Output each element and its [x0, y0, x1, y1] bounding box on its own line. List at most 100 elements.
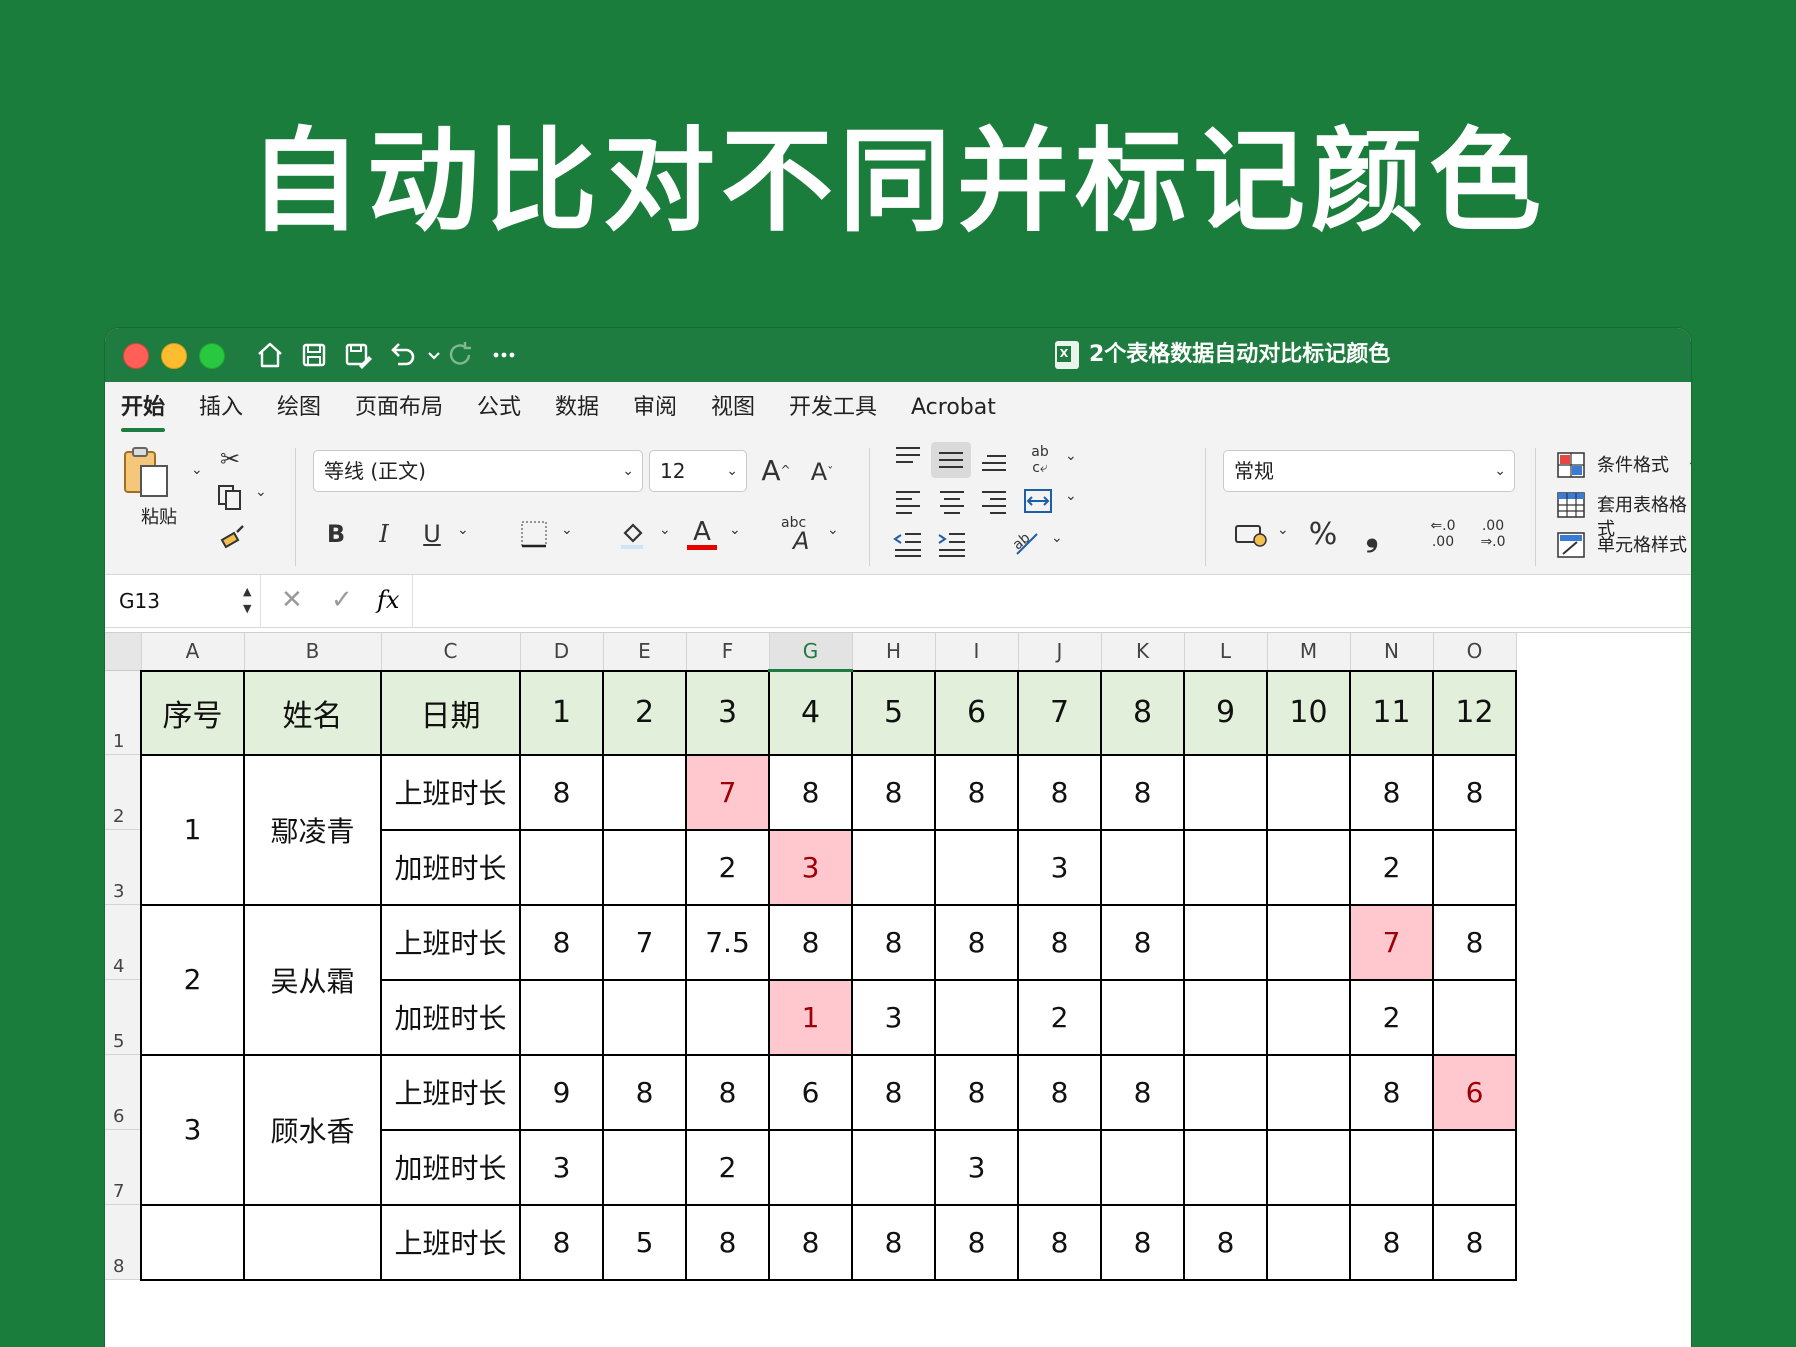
decrease-font-size-icon[interactable]: Aˇ: [805, 456, 839, 488]
undo-icon[interactable]: [385, 338, 419, 372]
save-icon[interactable]: [297, 338, 331, 372]
value-cell[interactable]: 8: [1432, 1203, 1517, 1281]
italic-icon[interactable]: I: [369, 516, 399, 552]
value-cell[interactable]: [1432, 828, 1517, 906]
value-cell[interactable]: 8: [519, 903, 604, 981]
seq-cell[interactable]: 2: [140, 903, 245, 1056]
insert-function-icon[interactable]: fx: [377, 585, 399, 615]
value-cell[interactable]: 8: [1432, 753, 1517, 831]
column-header-c[interactable]: C: [381, 633, 521, 671]
phonetic-options-chevron-icon[interactable]: ⌄: [827, 522, 839, 538]
undo-menu-chevron-icon[interactable]: [417, 338, 440, 372]
cut-icon[interactable]: ✂: [217, 444, 243, 474]
column-header-d[interactable]: D: [520, 633, 604, 671]
underline-options-chevron-icon[interactable]: ⌄: [457, 522, 469, 538]
column-header-f[interactable]: F: [686, 633, 770, 671]
redo-icon[interactable]: [443, 338, 477, 372]
value-cell[interactable]: 8: [768, 753, 853, 831]
value-cell[interactable]: 8: [1017, 1053, 1102, 1131]
value-cell[interactable]: [602, 1128, 687, 1206]
highlighted-value-cell[interactable]: 1: [768, 978, 853, 1056]
align-right-icon[interactable]: [977, 484, 1011, 516]
decrease-indent-icon[interactable]: [891, 526, 925, 558]
comma-style-icon[interactable]: ❟: [1357, 515, 1387, 553]
tab-3[interactable]: 页面布局: [355, 394, 443, 422]
column-header-m[interactable]: M: [1267, 633, 1351, 671]
bold-icon[interactable]: B: [321, 516, 351, 552]
value-cell[interactable]: [1100, 978, 1185, 1056]
name-cell[interactable]: 吴从霜: [243, 903, 382, 1056]
highlighted-value-cell[interactable]: 7: [1349, 903, 1434, 981]
value-cell[interactable]: [1183, 978, 1268, 1056]
copy-icon[interactable]: [215, 482, 245, 512]
value-cell[interactable]: 8: [1349, 1203, 1434, 1281]
value-cell[interactable]: [851, 828, 936, 906]
value-cell[interactable]: [1183, 1053, 1268, 1131]
value-cell[interactable]: 8: [519, 753, 604, 831]
value-cell[interactable]: 8: [1432, 903, 1517, 981]
value-cell[interactable]: 2: [1349, 828, 1434, 906]
header-cell-day[interactable]: 4: [768, 669, 853, 756]
highlighted-value-cell[interactable]: 6: [1432, 1053, 1517, 1131]
value-cell[interactable]: 8: [851, 1203, 936, 1281]
value-cell[interactable]: 3: [934, 1128, 1019, 1206]
row-header-2[interactable]: 2: [105, 754, 142, 830]
column-header-o[interactable]: O: [1433, 633, 1517, 671]
column-header-k[interactable]: K: [1101, 633, 1185, 671]
conditional-formatting-icon[interactable]: [1555, 450, 1587, 480]
value-cell[interactable]: 8: [934, 753, 1019, 831]
header-cell-date[interactable]: 日期: [380, 669, 521, 756]
value-cell[interactable]: [1266, 1203, 1351, 1281]
label-cell[interactable]: 加班时长: [380, 828, 521, 906]
value-cell[interactable]: [1017, 1128, 1102, 1206]
value-cell[interactable]: 8: [1183, 1203, 1268, 1281]
value-cell[interactable]: [1183, 903, 1268, 981]
accounting-format-icon[interactable]: [1233, 518, 1269, 550]
value-cell[interactable]: [1266, 1053, 1351, 1131]
label-cell[interactable]: 上班时长: [380, 753, 521, 831]
value-cell[interactable]: 8: [685, 1203, 770, 1281]
value-cell[interactable]: 8: [685, 1053, 770, 1131]
align-middle-icon[interactable]: [931, 442, 971, 478]
value-cell[interactable]: [768, 1128, 853, 1206]
value-cell[interactable]: 8: [934, 1203, 1019, 1281]
value-cell[interactable]: [851, 1128, 936, 1206]
column-header-j[interactable]: J: [1018, 633, 1102, 671]
value-cell[interactable]: 8: [1100, 1053, 1185, 1131]
value-cell[interactable]: [1183, 828, 1268, 906]
name-box[interactable]: G13: [105, 575, 260, 627]
name-cell[interactable]: 顾水香: [243, 1053, 382, 1206]
zoom-window-button[interactable]: [199, 343, 225, 369]
column-header-l[interactable]: L: [1184, 633, 1268, 671]
row-header-7[interactable]: 7: [105, 1129, 142, 1205]
header-cell-seq[interactable]: 序号: [140, 669, 245, 756]
column-header-g[interactable]: G: [769, 633, 853, 672]
header-cell-day[interactable]: 7: [1017, 669, 1102, 756]
minimize-window-button[interactable]: [161, 343, 187, 369]
column-header-i[interactable]: I: [935, 633, 1019, 671]
value-cell[interactable]: [1183, 753, 1268, 831]
header-cell-day[interactable]: 9: [1183, 669, 1268, 756]
align-top-icon[interactable]: [891, 442, 925, 474]
column-header-e[interactable]: E: [603, 633, 687, 671]
paste-icon[interactable]: [119, 444, 175, 502]
label-cell[interactable]: 上班时长: [380, 1053, 521, 1131]
tab-8[interactable]: 开发工具: [789, 394, 877, 422]
tab-4[interactable]: 公式: [477, 394, 521, 422]
tab-7[interactable]: 视图: [711, 394, 755, 422]
value-cell[interactable]: 8: [934, 1053, 1019, 1131]
tab-1[interactable]: 插入: [199, 394, 243, 422]
row-header-5[interactable]: 5: [105, 979, 142, 1055]
label-cell[interactable]: 上班时长: [380, 903, 521, 981]
font-size-select[interactable]: 12 ⌄: [649, 450, 747, 492]
merge-options-chevron-icon[interactable]: ⌄: [1065, 488, 1077, 504]
name-cell[interactable]: [243, 1203, 382, 1281]
tab-5[interactable]: 数据: [555, 394, 599, 422]
increase-decimal-icon[interactable]: ⇐.0.00: [1423, 516, 1463, 552]
header-cell-day[interactable]: 11: [1349, 669, 1434, 756]
value-cell[interactable]: [519, 978, 604, 1056]
formula-input[interactable]: [412, 575, 1691, 627]
header-cell-day[interactable]: 1: [519, 669, 604, 756]
underline-icon[interactable]: U: [417, 516, 447, 552]
percent-style-icon[interactable]: %: [1305, 516, 1341, 552]
